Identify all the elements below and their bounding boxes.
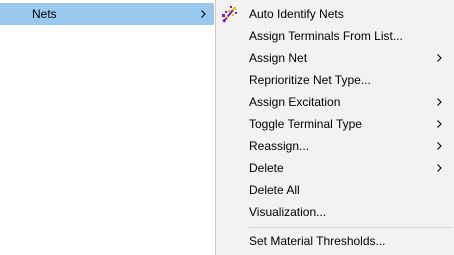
auto-identify-nets-icon (220, 5, 238, 23)
chevron-right-icon (437, 54, 442, 62)
menu-item-label: Nets (32, 7, 57, 21)
chevron-right-icon (437, 98, 442, 106)
menu-item-reassign[interactable]: Reassign... (216, 135, 454, 157)
menu-item-label: Toggle Terminal Type (249, 117, 362, 131)
chevron-right-icon (437, 142, 442, 150)
menu-item-visualization[interactable]: Visualization... (216, 201, 454, 223)
nets-submenu: Auto Identify Nets Assign Terminals From… (215, 0, 454, 255)
menu-item-label: Delete All (249, 183, 300, 197)
menu-item-toggle-terminal-type[interactable]: Toggle Terminal Type (216, 113, 454, 135)
menu-separator (249, 227, 452, 228)
menu-item-delete-all[interactable]: Delete All (216, 179, 454, 201)
menu-item-assign-excitation[interactable]: Assign Excitation (216, 91, 454, 113)
menu-item-label: Reassign... (249, 139, 310, 153)
menu-item-nets[interactable]: Nets (0, 3, 214, 25)
menu-item-label: Visualization... (249, 205, 327, 219)
menu-item-auto-identify-nets[interactable]: Auto Identify Nets (216, 3, 454, 25)
menu-item-set-material-thresholds[interactable]: Set Material Thresholds... (216, 230, 454, 252)
menu-item-assign-terminals-from-list[interactable]: Assign Terminals From List... (216, 25, 454, 47)
menu-item-label: Assign Net (249, 51, 308, 65)
menu-item-label: Set Material Thresholds... (249, 234, 386, 248)
menu-item-label: Assign Excitation (249, 95, 341, 109)
menu-item-reprioritize-net-type[interactable]: Reprioritize Net Type... (216, 69, 454, 91)
menu-item-label: Reprioritize Net Type... (249, 73, 371, 87)
menu-item-assign-net[interactable]: Assign Net (216, 47, 454, 69)
chevron-right-icon (437, 120, 442, 128)
menu-item-label: Auto Identify Nets (249, 7, 344, 21)
menu-item-label: Delete (249, 161, 284, 175)
menu-item-label: Assign Terminals From List... (249, 29, 403, 43)
chevron-right-icon (437, 164, 442, 172)
menu-item-delete[interactable]: Delete (216, 157, 454, 179)
